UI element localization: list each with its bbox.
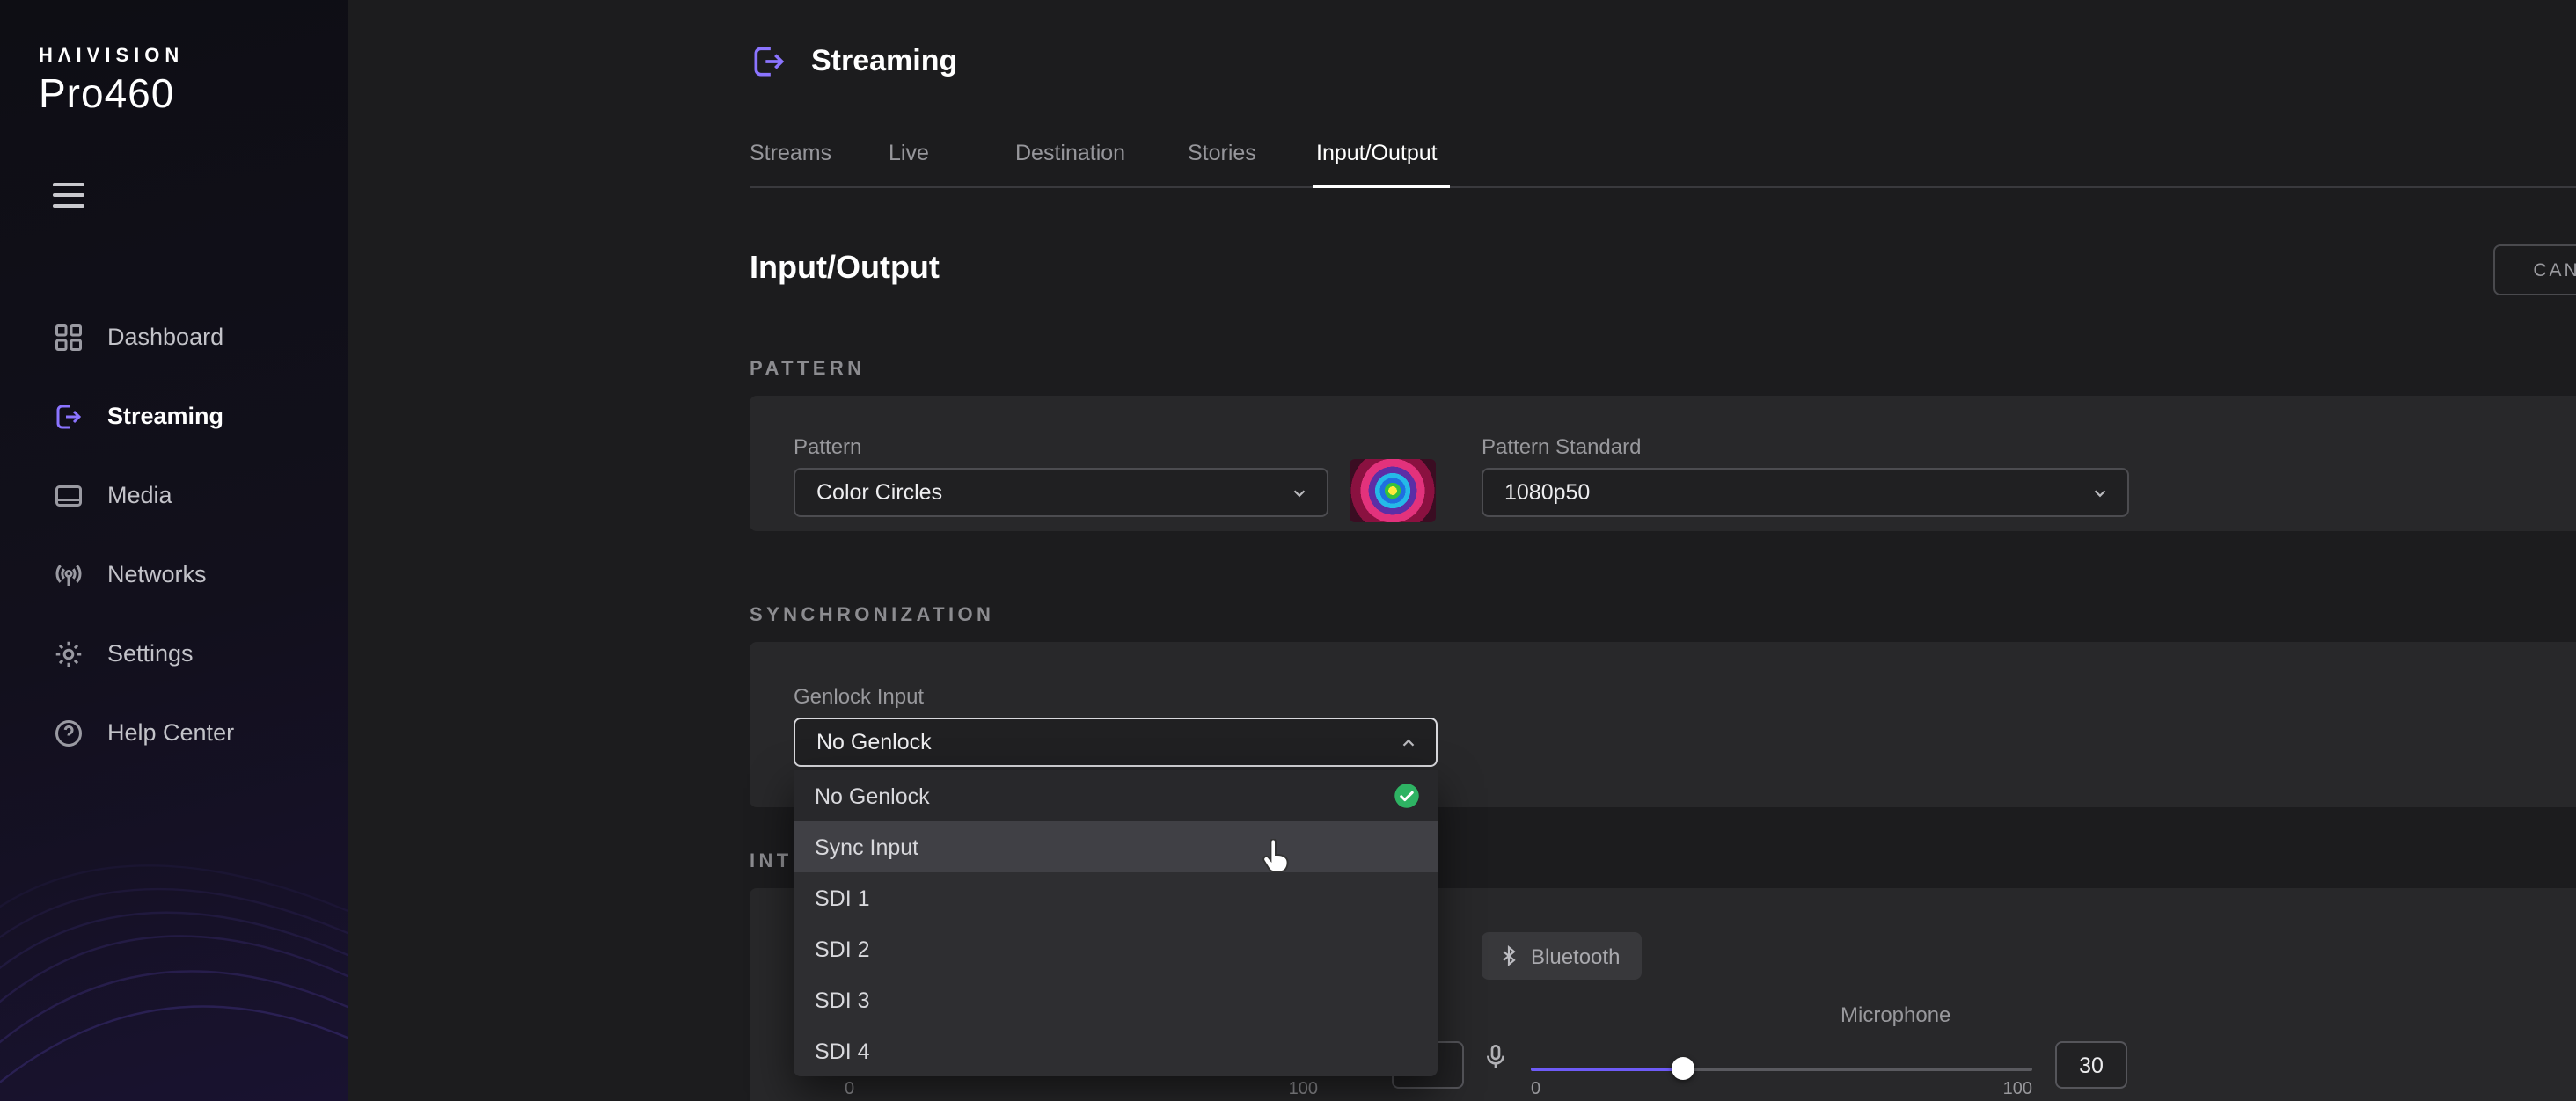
menu-item-label: SDI 3 [815, 988, 870, 1012]
sidebar-nav: Dashboard Streaming Media [0, 297, 348, 772]
menu-item-sdi-4[interactable]: SDI 4 [794, 1025, 1438, 1076]
sidebar: HΛIVISION Pro460 Dashboard Streaming [0, 0, 348, 1101]
menu-toggle-icon[interactable] [53, 183, 84, 215]
chevron-down-icon [2090, 483, 2110, 502]
gear-icon [53, 638, 84, 669]
streaming-icon [53, 400, 84, 432]
sidebar-item-label: Networks [107, 561, 207, 587]
sidebar-item-settings[interactable]: Settings [0, 614, 348, 693]
menu-item-sdi-2[interactable]: SDI 2 [794, 923, 1438, 974]
sidebar-item-media[interactable]: Media [0, 456, 348, 535]
mic-max-label: 100 [1985, 1080, 2032, 1099]
sidebar-item-dashboard[interactable]: Dashboard [0, 297, 348, 376]
pattern-standard-select[interactable]: 1080p50 [1482, 468, 2129, 517]
app-section-title: Streaming [811, 44, 957, 79]
microphone-label: Microphone [1841, 1003, 1950, 1027]
pattern-panel: Pattern Color Circles Pattern Standard 1… [750, 396, 2576, 531]
active-tab-underline [1313, 185, 1450, 188]
pattern-standard-value: 1080p50 [1504, 480, 1590, 505]
sidebar-item-label: Help Center [107, 719, 234, 746]
microphone-icon [1482, 1041, 1510, 1073]
dashboard-icon [53, 321, 84, 353]
menu-item-sdi-3[interactable]: SDI 3 [794, 974, 1438, 1025]
mic-min-label: 0 [1531, 1080, 1540, 1099]
sidebar-item-help-center[interactable]: Help Center [0, 693, 348, 772]
tab-live[interactable]: Live [889, 141, 929, 165]
main-content: Streaming Streams Live Destination Stori… [348, 0, 2576, 1101]
tab-destination[interactable]: Destination [1015, 141, 1125, 165]
tab-streams[interactable]: Streams [750, 141, 831, 165]
menu-item-sync-input[interactable]: Sync Input [794, 821, 1438, 872]
menu-item-sdi-1[interactable]: SDI 1 [794, 872, 1438, 923]
selected-check-icon [1394, 783, 1420, 809]
tab-stories[interactable]: Stories [1188, 141, 1256, 165]
networks-icon [53, 558, 84, 590]
microphone-slider[interactable] [1531, 1057, 2032, 1082]
sidebar-item-label: Media [107, 482, 172, 508]
pattern-label: Pattern [794, 434, 861, 459]
slider-min-label: 0 [845, 1080, 854, 1099]
pattern-select-value: Color Circles [816, 480, 942, 505]
genlock-dropdown-menu: No Genlock Sync Input SDI 1 SDI 2 SDI 3 … [794, 770, 1438, 1076]
tab-input-output[interactable]: Input/Output [1316, 141, 1438, 165]
media-icon [53, 479, 84, 511]
brand-logo: HΛIVISION Pro460 [39, 46, 184, 118]
slider-max-label: 100 [1270, 1080, 1318, 1099]
sidebar-item-label: Dashboard [107, 324, 223, 350]
chevron-down-icon [1290, 483, 1309, 502]
pattern-section-heading: PATTERN [750, 359, 865, 380]
sync-section-heading: SYNCHRONIZATION [750, 605, 994, 626]
tabs-divider [750, 186, 2576, 188]
menu-item-label: Sync Input [815, 835, 918, 859]
brand-name: HΛIVISION [39, 46, 184, 67]
sidebar-item-label: Streaming [107, 403, 223, 429]
brand-model: Pro460 [39, 70, 184, 118]
bluetooth-label: Bluetooth [1531, 944, 1620, 968]
slider-fill [1531, 1068, 1681, 1071]
bluetooth-button[interactable]: Bluetooth [1482, 932, 1641, 980]
genlock-input-label: Genlock Input [794, 684, 924, 709]
genlock-select-value: No Genlock [816, 730, 932, 755]
bluetooth-icon [1497, 944, 1520, 967]
menu-item-label: SDI 2 [815, 937, 870, 961]
page-title: Input/Output [750, 250, 940, 287]
menu-item-label: SDI 1 [815, 886, 870, 910]
cancel-button[interactable]: CANCEL [2493, 244, 2576, 295]
pattern-select[interactable]: Color Circles [794, 468, 1328, 517]
menu-item-no-genlock[interactable]: No Genlock [794, 770, 1438, 821]
menu-item-label: No Genlock [815, 784, 930, 808]
menu-item-label: SDI 4 [815, 1039, 870, 1063]
page-header: Streaming [750, 42, 957, 81]
sidebar-item-streaming[interactable]: Streaming [0, 376, 348, 456]
sidebar-item-networks[interactable]: Networks [0, 535, 348, 614]
sidebar-item-label: Settings [107, 640, 194, 667]
app-root: HΛIVISION Pro460 Dashboard Streaming [0, 0, 2576, 1101]
genlock-input-select[interactable]: No Genlock [794, 718, 1438, 767]
microphone-value-box[interactable]: 30 [2055, 1041, 2127, 1089]
pattern-preview-thumbnail [1350, 459, 1436, 522]
streaming-header-icon [750, 42, 788, 81]
chevron-up-icon [1399, 733, 1418, 752]
pattern-standard-label: Pattern Standard [1482, 434, 1641, 459]
slider-knob[interactable] [1671, 1057, 1694, 1080]
help-icon [53, 717, 84, 748]
